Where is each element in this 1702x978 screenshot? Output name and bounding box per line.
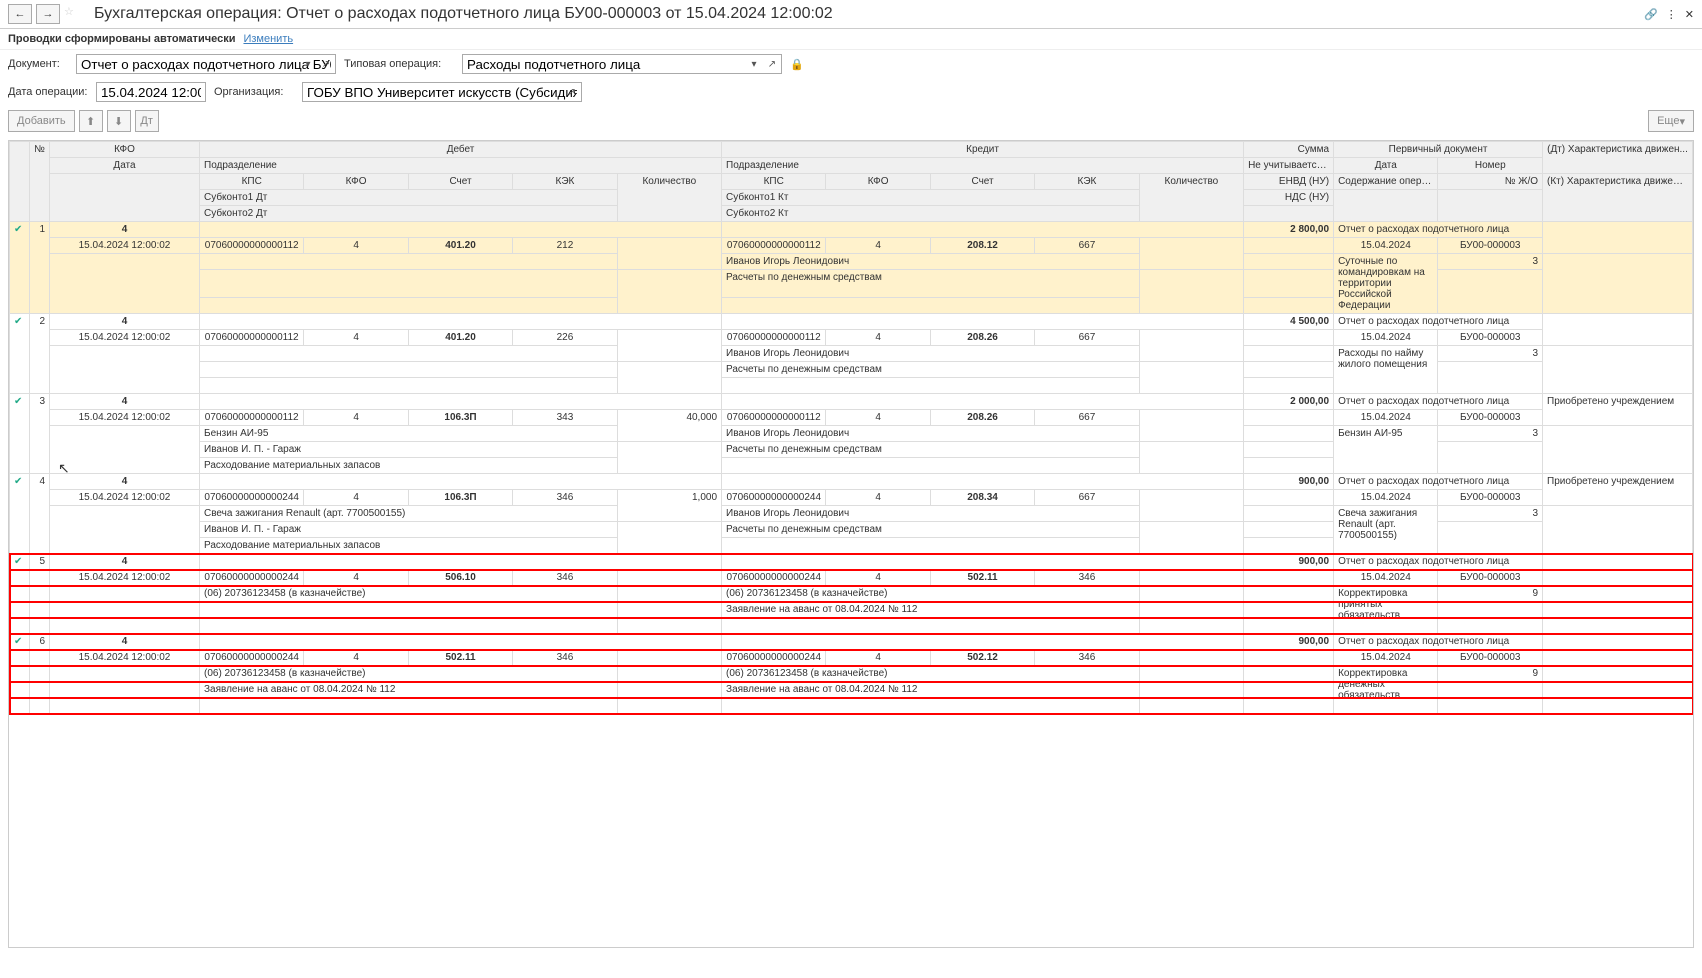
table-row[interactable]: 15.04.2024 12:00:02070600000000002444106… xyxy=(10,490,1693,506)
th-kfo: КФО xyxy=(50,142,200,158)
th-pdoc: Первичный документ xyxy=(1334,142,1543,158)
th-nomer: Номер xyxy=(1438,158,1543,174)
table-row[interactable]: (06) 20736123458 (в казначействе)(06) 20… xyxy=(10,666,1693,682)
move-down-button[interactable]: ⬇ xyxy=(107,110,131,132)
th-kps-k: КПС xyxy=(722,174,826,190)
open-icon[interactable]: ↗ xyxy=(764,56,780,72)
th-credit: Кредит xyxy=(722,142,1244,158)
th-kfo-d: КФО xyxy=(304,174,408,190)
typical-op-field[interactable] xyxy=(462,54,782,74)
th-sum: Сумма xyxy=(1244,142,1334,158)
forward-button[interactable]: → xyxy=(36,4,60,24)
th-pd-date: Дата xyxy=(1334,158,1438,174)
table-row[interactable]: ✔44900,00Отчет о расходах подотчетного л… xyxy=(10,474,1693,490)
th-kek-k: КЭК xyxy=(1035,174,1139,190)
th-sub2k: Субконто2 Кт xyxy=(722,206,1140,222)
table-row[interactable]: (06) 20736123458 (в казначействе)(06) 20… xyxy=(10,586,1693,602)
th-content: Содержание операции xyxy=(1334,174,1438,190)
th-notax: Не учитывается (НУ) xyxy=(1244,158,1334,174)
table-row[interactable]: Заявление на аванс от 08.04.2024 № 112За… xyxy=(10,682,1693,698)
table-row[interactable]: Иванов И. П. - ГаражРасчеты по денежным … xyxy=(10,522,1693,538)
op-date-label: Дата операции: xyxy=(8,86,88,98)
th-acct-k: Счет xyxy=(930,174,1034,190)
page-title: Бухгалтерская операция: Отчет о расходах… xyxy=(94,5,1640,23)
th-qty-k: Количество xyxy=(1139,174,1243,222)
status-row: Проводки сформированы автоматически Изме… xyxy=(0,29,1702,50)
check-icon: ✔ xyxy=(10,222,30,314)
th-dept-d: Подразделение xyxy=(200,158,722,174)
table-row[interactable]: Расчеты по денежным средствам xyxy=(10,362,1693,378)
document-label: Документ: xyxy=(8,58,68,70)
table-row[interactable]: ✔142 800,00Отчет о расходах подотчетного… xyxy=(10,222,1693,238)
th-char-d: (Дт) Характеристика движен... xyxy=(1543,142,1693,174)
th-kps-d: КПС xyxy=(200,174,304,190)
check-icon: ✔ xyxy=(10,314,30,394)
table-row[interactable]: Заявление на аванс от 08.04.2024 № 112 xyxy=(10,602,1693,618)
typical-op-label: Типовая операция: xyxy=(344,58,454,70)
org-field[interactable] xyxy=(302,82,582,102)
document-field[interactable] xyxy=(76,54,336,74)
th-date: Дата xyxy=(50,158,200,174)
dropdown-icon[interactable]: ▾ xyxy=(746,56,762,72)
th-acct-d: Счет xyxy=(408,174,512,190)
back-button[interactable]: ← xyxy=(8,4,32,24)
table-row[interactable]: 15.04.2024 12:00:02070600000000002444506… xyxy=(10,570,1693,586)
table-row[interactable]: ✔244 500,00Отчет о расходах подотчетного… xyxy=(10,314,1693,330)
open-icon[interactable]: ↗ xyxy=(318,56,334,72)
table-row[interactable]: Иванов Игорь ЛеонидовичРасходы по найму … xyxy=(10,346,1693,362)
table-row[interactable]: Иванов И. П. - ГаражРасчеты по денежным … xyxy=(10,442,1693,458)
add-button[interactable]: Добавить xyxy=(8,110,75,132)
check-icon: ✔ xyxy=(10,474,30,554)
star-icon[interactable]: ☆ xyxy=(64,5,82,23)
table-row[interactable]: Свеча зажигания Renault (арт. 7700500155… xyxy=(10,506,1693,522)
table-row[interactable]: 15.04.2024 12:00:02070600000000001124106… xyxy=(10,410,1693,426)
change-link[interactable]: Изменить xyxy=(243,33,293,45)
table-row[interactable]: ✔64900,00Отчет о расходах подотчетного л… xyxy=(10,634,1693,650)
table-row[interactable]: ✔342 000,00Отчет о расходах подотчетного… xyxy=(10,394,1693,410)
link-icon[interactable]: 🔗 xyxy=(1644,8,1658,21)
table-row[interactable]: ✔54900,00Отчет о расходах подотчетного л… xyxy=(10,554,1693,570)
th-sub2d: Субконто2 Дт xyxy=(200,206,618,222)
th-nds: НДС (НУ) xyxy=(1244,190,1334,206)
close-icon[interactable]: ✕ xyxy=(1685,8,1694,21)
th-check xyxy=(10,142,30,222)
th-zho: № Ж/О xyxy=(1438,174,1543,190)
th-char-k: (Кт) Характеристика движения xyxy=(1543,174,1693,222)
move-up-button[interactable]: ⬆ xyxy=(79,110,103,132)
check-icon: ✔ xyxy=(10,554,30,634)
th-sub1d: Субконто1 Дт xyxy=(200,190,618,206)
open-icon[interactable]: ↗ xyxy=(564,84,580,100)
th-qty-d: Количество xyxy=(617,174,721,222)
entries-table: № КФО Дебет Кредит Сумма Первичный докум… xyxy=(9,141,1693,714)
org-label: Организация: xyxy=(214,86,294,98)
lock-icon: 🔒 xyxy=(790,58,804,71)
table-row[interactable]: Бензин АИ-95Иванов Игорь ЛеонидовичБензи… xyxy=(10,426,1693,442)
th-sub1k: Субконто1 Кт xyxy=(722,190,1140,206)
table-row[interactable]: Иванов Игорь ЛеонидовичСуточные по коман… xyxy=(10,254,1693,270)
menu-icon[interactable]: ⋮ xyxy=(1666,8,1677,21)
th-kfo-k: КФО xyxy=(826,174,930,190)
th-num: № xyxy=(30,142,50,222)
th-debit: Дебет xyxy=(200,142,722,158)
table-row[interactable]: 15.04.2024 12:00:02070600000000002444502… xyxy=(10,650,1693,666)
th-kek-d: КЭК xyxy=(513,174,617,190)
status-label: Проводки сформированы автоматически xyxy=(8,33,235,45)
top-nav: ← → ☆ Бухгалтерская операция: Отчет о ра… xyxy=(0,0,1702,29)
check-icon: ✔ xyxy=(10,634,30,714)
more-button[interactable]: Еще ▾ xyxy=(1648,110,1694,132)
entries-table-wrap: № КФО Дебет Кредит Сумма Первичный докум… xyxy=(8,140,1694,948)
op-date-field[interactable] xyxy=(96,82,206,102)
debit-credit-icon[interactable]: Дт xyxy=(135,110,159,132)
table-row[interactable]: 15.04.2024 12:00:02070600000000001124401… xyxy=(10,330,1693,346)
check-icon: ✔ xyxy=(10,394,30,474)
th-dept-k: Подразделение xyxy=(722,158,1244,174)
dropdown-icon[interactable]: ▾ xyxy=(300,56,316,72)
table-row[interactable]: Расчеты по денежным средствам xyxy=(10,270,1693,298)
table-row[interactable]: 15.04.2024 12:00:02070600000000001124401… xyxy=(10,238,1693,254)
th-envd: ЕНВД (НУ) xyxy=(1244,174,1334,190)
